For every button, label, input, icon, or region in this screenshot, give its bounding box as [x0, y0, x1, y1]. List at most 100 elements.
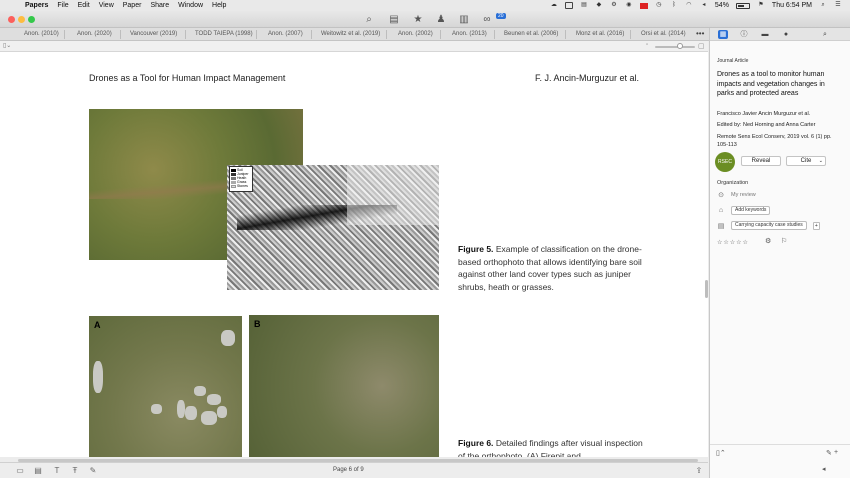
library-icon[interactable]: ▤ [387, 14, 401, 25]
organization-heading: Organization [717, 180, 749, 186]
collection-icon: ▤ [717, 222, 725, 230]
tab-divider [185, 30, 186, 39]
cloud-icon[interactable]: ☁ [550, 2, 558, 9]
zoom-in-icon[interactable]: ▢ [698, 42, 705, 50]
zoom-slider[interactable] [655, 46, 695, 48]
tab-anon-2013[interactable]: Anon. (2013) [452, 28, 487, 41]
inspector-footer: ▯⌃ ✎ + ◂ [710, 444, 850, 478]
comments-tab-icon[interactable]: ● [781, 30, 791, 39]
tab-beunen-2006[interactable]: Beunen et al. (2006) [504, 28, 558, 41]
paper-journal: Remote Sens Ecol Conserv, 2019 vol. 6 (1… [717, 134, 832, 148]
notes-icon[interactable]: ▤ [33, 466, 43, 475]
wifi-icon[interactable]: ◠ [685, 2, 693, 9]
tab-divider [256, 30, 257, 39]
gear-icon[interactable]: ⚙ [610, 2, 618, 9]
add-icon[interactable]: + [834, 449, 838, 456]
details-tab-icon[interactable]: ⓘ [739, 30, 749, 39]
zoom-out-icon[interactable]: ▫ [646, 42, 648, 48]
flag-icon[interactable]: ⚐ [781, 238, 787, 245]
tab-anon-2020[interactable]: Anon. (2020) [77, 28, 112, 41]
clock[interactable]: Thu 6:54 PM [772, 2, 812, 9]
flag-icon[interactable]: ⚑ [757, 2, 765, 9]
document-icon[interactable]: ▯⌃ [716, 449, 726, 457]
tab-divider [386, 30, 387, 39]
settings-icon[interactable]: ⚙ [765, 238, 771, 245]
panel-a-image: A [89, 316, 242, 457]
review-row[interactable]: ⊙ My review [717, 191, 756, 199]
attachments-tab-icon[interactable]: ▬ [760, 30, 770, 39]
panel-a-label: A [94, 320, 101, 330]
menu-help[interactable]: Help [212, 2, 226, 9]
info-tab-icon[interactable]: ▦ [718, 30, 728, 39]
tab-monz-2016[interactable]: Monz et al. (2016) [576, 28, 624, 41]
clock-icon[interactable]: ◷ [655, 2, 663, 9]
zoom-slider-knob[interactable] [677, 43, 683, 49]
close-window-button[interactable] [8, 16, 15, 23]
dropbox-icon[interactable]: ◆ [595, 2, 603, 9]
person-icon[interactable]: ♟ [434, 14, 448, 25]
tab-vancouver-2019[interactable]: Vancouver (2019) [130, 28, 177, 41]
share-icon[interactable]: ⇪ [694, 466, 704, 475]
spotlight-icon[interactable]: ⌕ [819, 2, 827, 9]
menu-window[interactable]: Window [178, 2, 203, 9]
menu-view[interactable]: View [99, 2, 114, 9]
menu-edit[interactable]: Edit [78, 2, 90, 9]
tab-divider [64, 30, 65, 39]
inspector-panel: ▦ ⓘ ▬ ● ⌕ Journal Article Drones as a to… [709, 28, 850, 478]
edit-icon[interactable]: ✎ [826, 449, 832, 457]
battery-icon[interactable] [735, 2, 750, 9]
add-keywords-button[interactable]: Add keywords [731, 206, 771, 215]
reference-type: Journal Article [717, 58, 749, 64]
figure-5-label: Figure 5. [458, 244, 494, 254]
cite-button[interactable]: Cite ⌄ [786, 156, 826, 166]
volume-icon[interactable]: ◂ [700, 2, 708, 9]
reveal-button[interactable]: Reveal [741, 156, 781, 166]
tab-orsi-2014[interactable]: Orsi et al. (2014) [641, 28, 686, 41]
menu-paper[interactable]: Paper [123, 2, 142, 9]
menu-share[interactable]: Share [150, 2, 169, 9]
add-collection-icon[interactable]: + [812, 221, 820, 230]
search-icon[interactable]: ⌕ [362, 14, 376, 25]
tab-anon-2002[interactable]: Anon. (2002) [398, 28, 433, 41]
chevron-down-icon: ⌄ [818, 158, 823, 164]
bluetooth-icon[interactable]: ᛒ [670, 2, 678, 9]
tab-divider [565, 30, 566, 39]
shield-icon[interactable] [639, 2, 648, 9]
books-icon[interactable]: ▥ [457, 14, 471, 25]
bottom-toolbar: ▭ ▤ T Ŧ ✎ Page 6 of 9 ⇪ [0, 462, 708, 478]
stone-shape [201, 411, 217, 425]
text-tool-icon[interactable]: T [52, 466, 62, 475]
highlight-tool-icon[interactable]: Ŧ [70, 466, 80, 475]
app-icon[interactable]: ◉ [625, 2, 633, 9]
tab-todd-taiepa-1998[interactable]: TODD TAIEPA (1998) [195, 28, 253, 41]
stone-shape [177, 400, 185, 418]
vertical-scrollbar[interactable] [705, 280, 708, 298]
stone-shape [221, 330, 235, 346]
tab-anon-2007[interactable]: Anon. (2007) [268, 28, 303, 41]
menu-file[interactable]: File [57, 2, 68, 9]
pen-tool-icon[interactable]: ✎ [88, 466, 98, 475]
menu-papers[interactable]: Papers [25, 2, 48, 9]
inspector-content: Journal Article Drones as a tool to moni… [710, 41, 850, 444]
screen-icon[interactable] [564, 2, 573, 9]
minimize-window-button[interactable] [18, 16, 25, 23]
glasses-icon[interactable]: ∞ [480, 14, 494, 25]
notification-center-icon[interactable]: ☰ [834, 2, 842, 9]
tab-weitowitz-2019[interactable]: Weitowitz et al. (2019) [321, 28, 380, 41]
tab-anon-2010[interactable]: Anon. (2010) [24, 28, 59, 41]
sidebar-icon[interactable]: ▭ [15, 466, 25, 475]
star-rating[interactable]: ☆☆☆☆☆ [717, 239, 749, 246]
star-icon[interactable]: ★ [411, 14, 425, 25]
collection-chip[interactable]: Carrying capacity case studies [731, 221, 807, 230]
maximize-window-button[interactable] [28, 16, 35, 23]
search-icon[interactable]: ⌕ [820, 30, 830, 39]
pdf-page[interactable]: Drones as a Tool for Human Impact Manage… [0, 52, 708, 457]
collapse-arrow-icon[interactable]: ◂ [822, 465, 826, 473]
more-tabs-icon[interactable]: ••• [696, 28, 704, 39]
my-review-placeholder[interactable]: My review [731, 192, 756, 198]
clipboard-icon[interactable]: ▤ [580, 2, 588, 9]
tab-divider [120, 30, 121, 39]
page-thumbnail-icon[interactable]: ▯⌄ [3, 42, 11, 49]
rating-actions: ⚙ ⚐ [765, 237, 787, 245]
tag-icon: ⌂ [718, 207, 724, 214]
